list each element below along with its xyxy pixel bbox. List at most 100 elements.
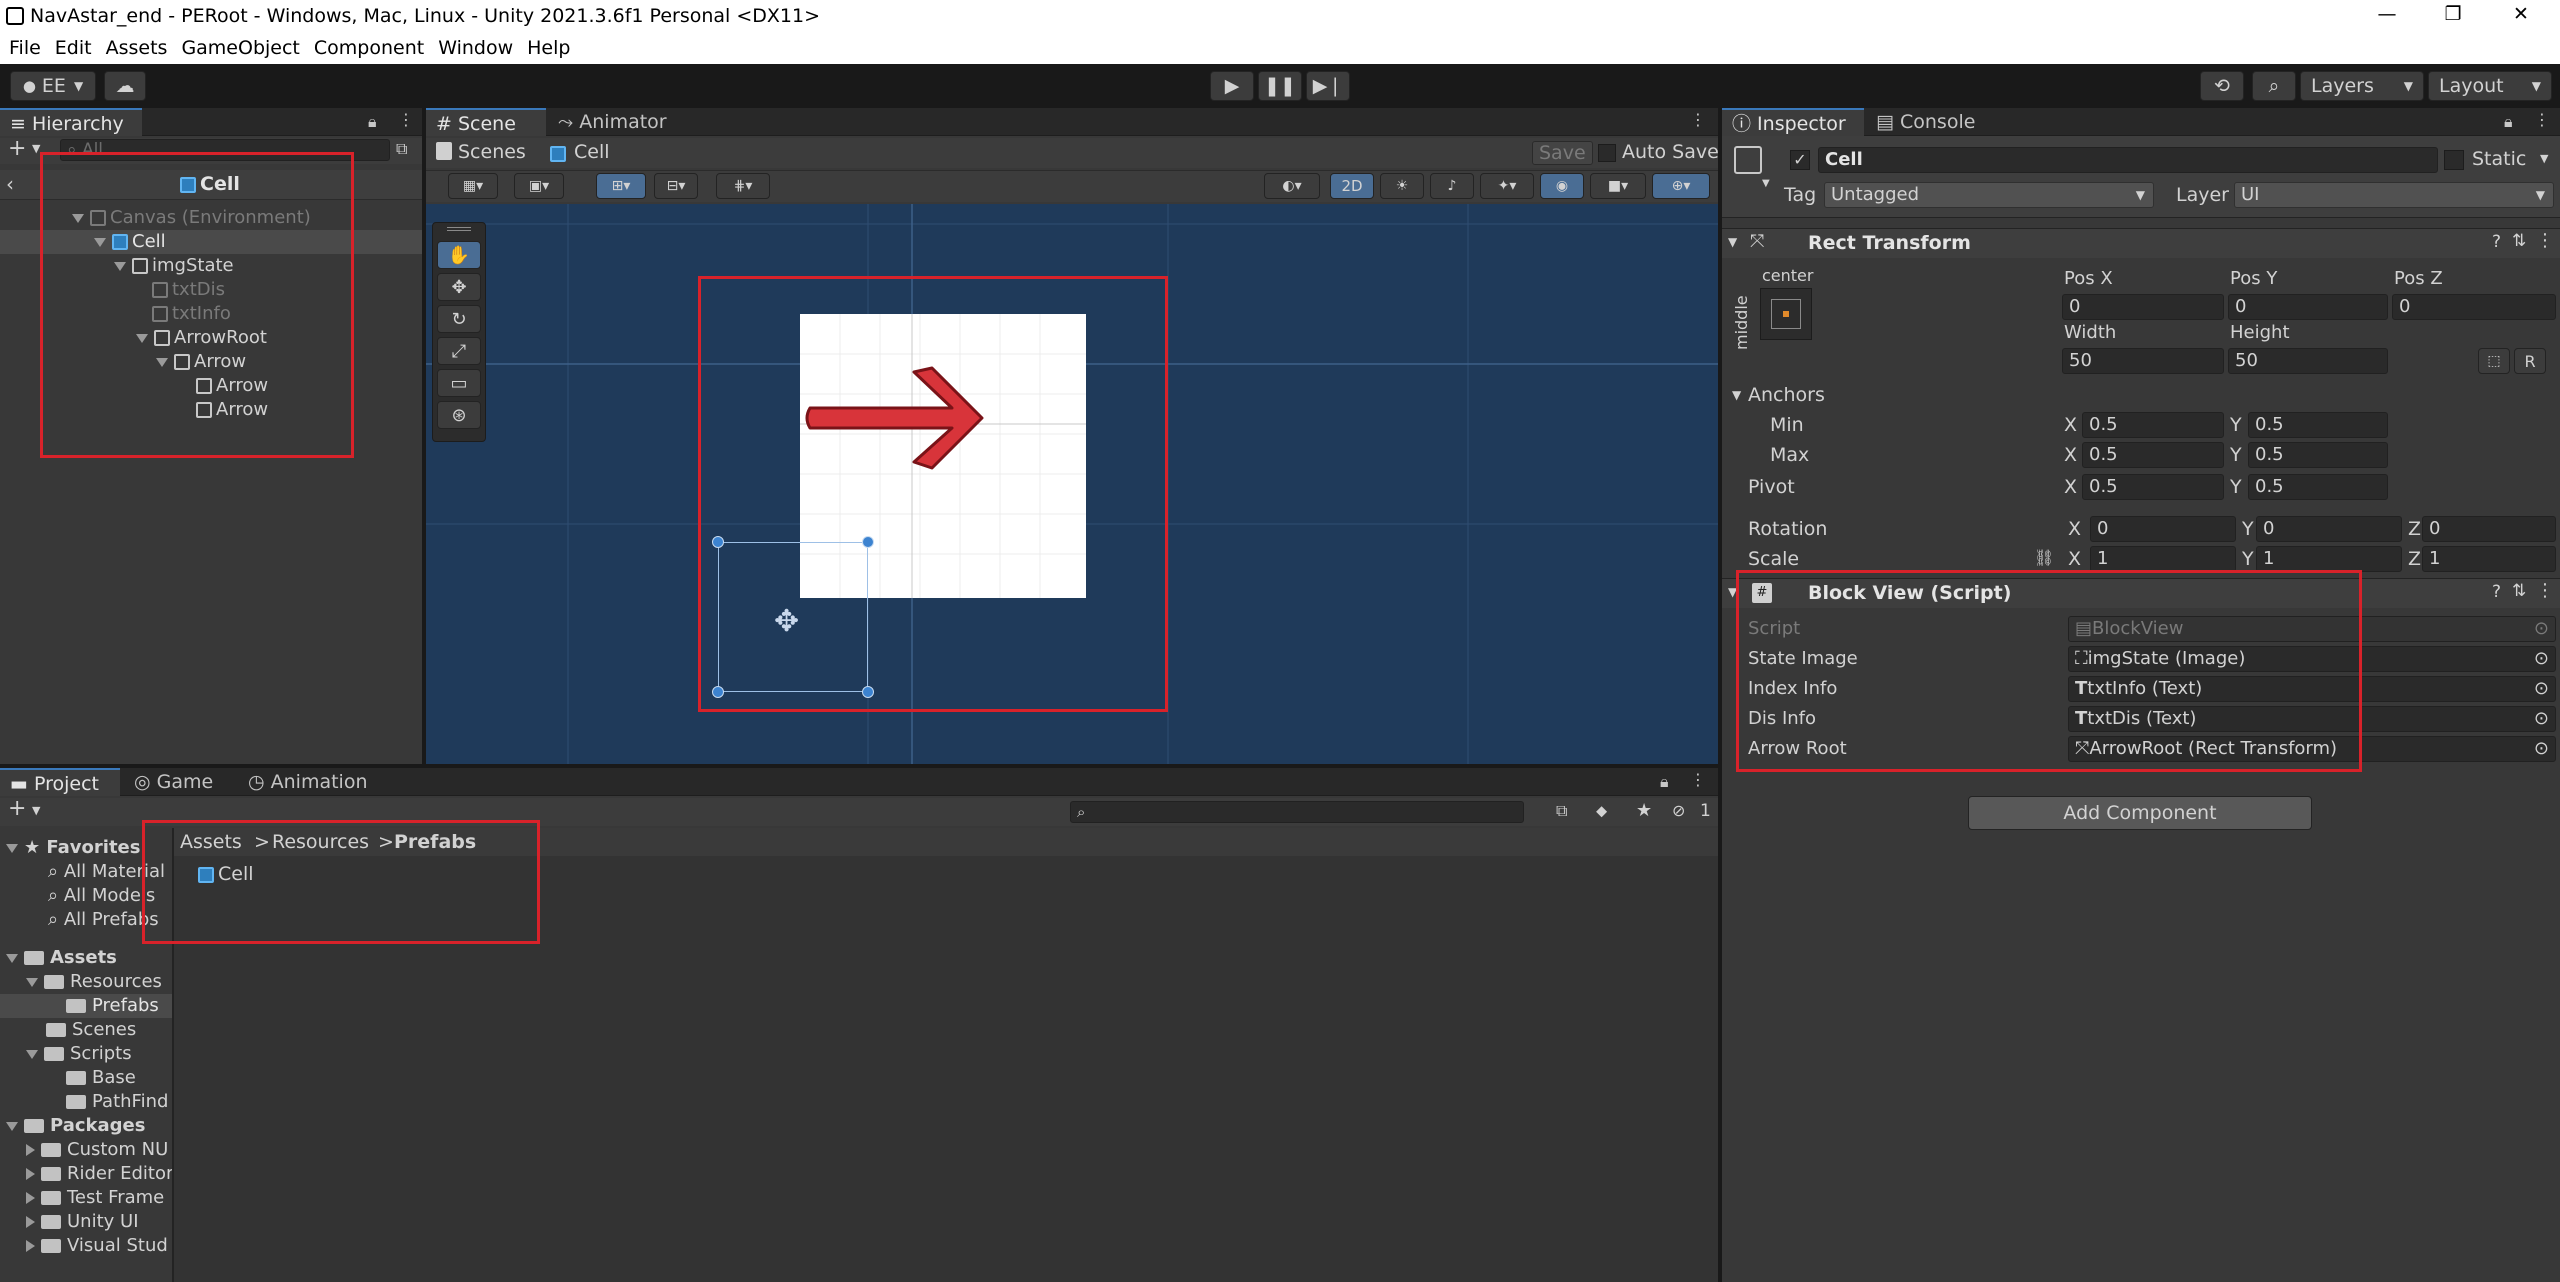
- tab-game[interactable]: ◎ Game: [124, 768, 234, 796]
- expand-arrow-icon[interactable]: [6, 1121, 18, 1131]
- folder-item-scenes[interactable]: Scenes: [46, 1018, 136, 1042]
- favorite-star-icon[interactable]: ★: [1636, 800, 1652, 821]
- transform-tool-button[interactable]: ⊛: [437, 401, 481, 429]
- breadcrumb-cell[interactable]: Cell: [574, 141, 610, 163]
- pos-y-field[interactable]: 0: [2228, 294, 2388, 320]
- maximize-button[interactable]: ❐: [2438, 3, 2468, 25]
- move-tool-button[interactable]: ✥: [437, 273, 481, 301]
- static-checkbox[interactable]: [2444, 150, 2464, 170]
- lock-icon[interactable]: 🔒︎: [2504, 112, 2513, 132]
- anchor-max-y-field[interactable]: 0.5: [2248, 442, 2388, 468]
- menu-window[interactable]: Window: [431, 33, 520, 64]
- expand-arrow-icon[interactable]: [6, 953, 18, 963]
- chevron-down-icon[interactable]: ▼: [2540, 152, 2548, 165]
- tab-animator[interactable]: ⤳ Animator: [548, 108, 678, 136]
- expand-arrow-icon[interactable]: [26, 1192, 35, 1204]
- add-component-button[interactable]: Add Component: [1968, 796, 2312, 830]
- anchor-min-y-field[interactable]: 0.5: [2248, 412, 2388, 438]
- increment-snap-button[interactable]: ⊟▾: [654, 173, 698, 199]
- grid-snap-button[interactable]: ⊞▾: [596, 173, 646, 199]
- scene-viewport[interactable]: ✥: [426, 204, 1718, 764]
- layout-dropdown[interactable]: Layout ▼: [2428, 71, 2552, 101]
- gizmos-dropdown[interactable]: ⊕▾: [1652, 173, 1710, 199]
- assets-header[interactable]: Assets: [6, 946, 117, 970]
- draw-mode-dropdown[interactable]: ▦▾: [448, 173, 498, 199]
- more-icon[interactable]: ⋮: [398, 110, 414, 129]
- more-icon[interactable]: ⋮: [1690, 770, 1706, 789]
- effects-dropdown[interactable]: ✦▾: [1480, 173, 1534, 199]
- anchor-max-x-field[interactable]: 0.5: [2082, 442, 2224, 468]
- package-item[interactable]: Unity UI: [26, 1210, 139, 1234]
- back-icon[interactable]: ‹: [6, 172, 14, 196]
- expand-arrow-icon[interactable]: [26, 1216, 35, 1228]
- tab-project[interactable]: ▬ Project: [0, 768, 120, 796]
- active-checkbox[interactable]: ✓: [1790, 150, 1810, 170]
- layers-dropdown[interactable]: Layers ▼: [2300, 71, 2424, 101]
- menu-assets[interactable]: Assets: [99, 33, 175, 64]
- object-name-field[interactable]: Cell: [1818, 147, 2438, 173]
- more-icon[interactable]: ⋮: [1690, 110, 1706, 129]
- menu-component[interactable]: Component: [307, 33, 431, 64]
- link-icon[interactable]: ⛓: [2034, 548, 2054, 567]
- object-picker-icon[interactable]: ⊙: [2534, 707, 2549, 731]
- pos-x-field[interactable]: 0: [2062, 294, 2224, 320]
- object-picker-icon[interactable]: ⊙: [2534, 647, 2549, 671]
- more-icon[interactable]: ⋮: [2536, 230, 2554, 251]
- expand-arrow-icon[interactable]: [26, 977, 38, 987]
- close-button[interactable]: ✕: [2506, 3, 2536, 25]
- folder-item-prefabs[interactable]: Prefabs: [66, 994, 159, 1018]
- more-icon[interactable]: ⋮: [2534, 110, 2550, 129]
- lock-icon[interactable]: 🔒︎: [368, 112, 377, 132]
- add-icon[interactable]: +: [8, 796, 26, 821]
- grid-settings-button[interactable]: ⋕▾: [716, 173, 770, 199]
- pivot-x-field[interactable]: 0.5: [2082, 474, 2224, 500]
- layer-dropdown[interactable]: UI ▼: [2234, 182, 2554, 208]
- width-field[interactable]: 50: [2062, 348, 2224, 374]
- anchor-preset-button[interactable]: [1760, 288, 1812, 340]
- chevron-down-icon[interactable]: ▼: [32, 804, 40, 817]
- audio-button[interactable]: ♪: [1430, 173, 1474, 199]
- minimize-button[interactable]: —: [2372, 3, 2402, 25]
- scene-search-icon[interactable]: ⧉: [396, 139, 407, 159]
- search-button[interactable]: ⌕: [2252, 71, 2296, 101]
- help-icon[interactable]: ?: [2492, 232, 2501, 252]
- favorites-header[interactable]: ★ Favorites: [6, 836, 140, 860]
- more-icon[interactable]: ⋮: [2536, 580, 2554, 601]
- shading-dropdown[interactable]: ◐▾: [1264, 173, 1320, 199]
- height-field[interactable]: 50: [2228, 348, 2388, 374]
- expand-arrow-icon[interactable]: [26, 1240, 35, 1252]
- camera-dropdown[interactable]: ■▾: [1590, 173, 1646, 199]
- foldout-arrow-icon[interactable]: ▼: [1728, 235, 1737, 249]
- scale-z-field[interactable]: 1: [2422, 546, 2556, 572]
- expand-arrow-icon[interactable]: [26, 1168, 35, 1180]
- chevron-down-icon[interactable]: ▼: [1762, 178, 1770, 189]
- object-picker-icon[interactable]: ⊙: [2534, 737, 2549, 761]
- preset-icon[interactable]: ⇅: [2512, 581, 2526, 601]
- menu-gameobject[interactable]: GameObject: [174, 33, 306, 64]
- scale-x-field[interactable]: 1: [2090, 546, 2236, 572]
- folder-item-resources[interactable]: Resources: [26, 970, 162, 994]
- breadcrumb-scenes[interactable]: Scenes: [458, 141, 526, 163]
- tab-animation[interactable]: ◷ Animation: [238, 768, 388, 796]
- rect-tool-button[interactable]: ▭: [437, 369, 481, 397]
- save-button[interactable]: Save: [1532, 141, 1593, 165]
- scale-y-field[interactable]: 1: [2256, 546, 2402, 572]
- step-button[interactable]: ▶❘: [1306, 71, 1350, 101]
- blueprint-mode-button[interactable]: ⬚: [2478, 348, 2510, 374]
- mode-2d-button[interactable]: 2D: [1330, 173, 1374, 199]
- expand-arrow-icon[interactable]: [26, 1144, 35, 1156]
- object-picker-icon[interactable]: ⊙: [2534, 677, 2549, 701]
- expand-arrow-icon[interactable]: [26, 1049, 38, 1059]
- cloud-button[interactable]: ☁: [104, 71, 146, 101]
- history-button[interactable]: ⟲: [2200, 71, 2244, 101]
- account-dropdown[interactable]: ● EE ▼: [10, 71, 96, 101]
- visibility-button[interactable]: ◉: [1540, 173, 1584, 199]
- lock-icon[interactable]: 🔒︎: [1660, 772, 1669, 792]
- rotation-y-field[interactable]: 0: [2256, 516, 2402, 542]
- lighting-button[interactable]: ☀: [1380, 173, 1424, 199]
- palette-handle[interactable]: [447, 227, 471, 231]
- help-icon[interactable]: ?: [2492, 582, 2501, 602]
- auto-save-checkbox[interactable]: [1598, 144, 1616, 162]
- folder-item-base[interactable]: Base: [66, 1066, 136, 1090]
- expand-arrow-icon[interactable]: [6, 843, 18, 853]
